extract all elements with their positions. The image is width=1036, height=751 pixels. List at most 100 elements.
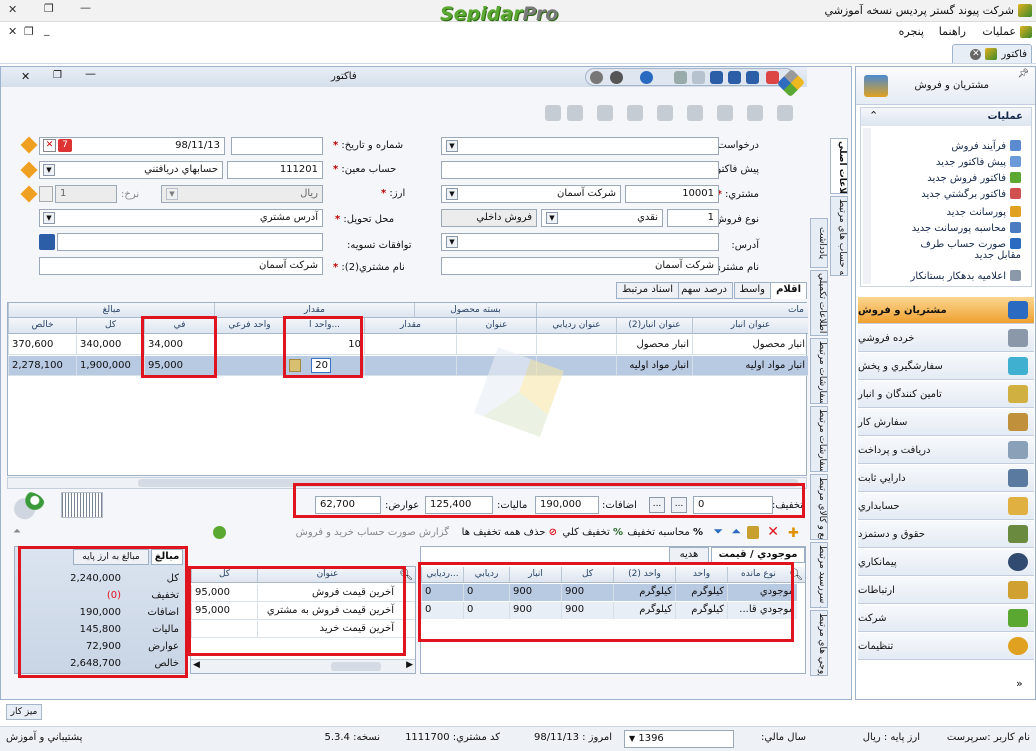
col-warehouse[interactable]: عنوان انبار [692, 318, 808, 333]
cell-subunit[interactable] [214, 356, 284, 375]
cell-warehouse2[interactable]: انبار محصول [616, 335, 692, 354]
side-tab-settlements[interactable]: تسويه حساب هاي مرتبط [830, 196, 848, 276]
rate-input[interactable]: 1 [55, 185, 117, 203]
report-button[interactable]: گزارش صورت حساب خريد و فروش [296, 527, 449, 538]
col-warehouse2[interactable]: عنوان انبار(2) [616, 318, 692, 333]
col-net[interactable]: خالص [8, 318, 76, 333]
col-unit[interactable]: واحد ا... [284, 318, 364, 333]
col-title[interactable]: عنوان [456, 318, 536, 333]
cell-warehouse[interactable]: انبار مواد اوليه [692, 356, 808, 375]
remove-discounts-button[interactable]: ⊘ حذف همه تخفيف ها [462, 527, 557, 538]
nav-first-icon[interactable] [545, 105, 561, 121]
expand-nav-icon[interactable]: » [1016, 677, 1023, 690]
customer-dropdown-icon[interactable]: ▼ [446, 188, 458, 200]
cell-subunit[interactable] [214, 335, 284, 354]
op-sales-process[interactable]: فرآيند فروش [951, 140, 1021, 152]
settlement-input[interactable] [57, 233, 323, 251]
cancel-icon[interactable] [687, 105, 703, 121]
window-minimize-icon[interactable]: — [85, 67, 96, 80]
table-row[interactable]: 370,600 340,000 34,000 10 انبار محصول ان… [8, 335, 808, 355]
minimize-icon[interactable]: — [80, 1, 91, 14]
stock-col-unit2[interactable]: واحد (2) [613, 567, 675, 582]
nav-contracting[interactable]: پيمانکاري [858, 549, 1034, 576]
scroll-right-icon[interactable]: ▶ [406, 660, 413, 670]
nav-receive-pay[interactable]: دريافت و پرداخت [858, 437, 1034, 464]
tab-items[interactable]: اقلام [770, 282, 807, 299]
nav-retail[interactable]: خرده فروشي [858, 325, 1034, 352]
op-new-proforma[interactable]: پيش فاکتور جديد [936, 156, 1021, 168]
table-row[interactable]: 0 0 900 900 کيلوگرم کيلوگرم موجودي قا... [421, 602, 797, 619]
calc-discount-button[interactable]: % محاسبه تخفيف [627, 527, 703, 538]
menu-operations[interactable]: عمليات [982, 25, 1016, 38]
account-dropdown-icon[interactable]: ▼ [43, 164, 55, 176]
save-new-icon[interactable] [728, 71, 741, 84]
calculator-icon[interactable] [289, 359, 301, 372]
sales-request-dropdown-icon[interactable]: ▼ [446, 140, 458, 152]
tax-input[interactable]: 125,400 [425, 496, 493, 514]
op-new-statement[interactable]: صورت حساب طرف مقابل جديد [911, 238, 1021, 261]
cell-warehouse[interactable]: انبار محصول [692, 335, 808, 354]
tab-close-icon[interactable]: ✕ [970, 48, 982, 60]
settings-icon[interactable] [610, 71, 623, 84]
side-tab-notes[interactable]: يادداشت [810, 218, 828, 268]
cell-fee[interactable]: 95,000 [144, 356, 214, 375]
payment-type-dropdown-icon[interactable]: ▼ [546, 212, 558, 224]
nav-settings[interactable]: تنظيمات [858, 633, 1034, 660]
side-tab-outgoing[interactable]: حواله خروجي هاي مرتبط [810, 610, 828, 676]
save-icon[interactable] [710, 71, 723, 84]
rate-calc-icon[interactable] [39, 186, 53, 202]
tab-share-percent[interactable]: درصد سهم [675, 282, 733, 299]
move-up-icon[interactable]: ⏶ [731, 524, 741, 539]
price-search-icon[interactable]: 🔍︎ [399, 568, 413, 581]
stock-col-store[interactable]: انبار [509, 567, 561, 582]
new-doc-icon[interactable] [717, 105, 733, 121]
side-tab-due-docs[interactable]: سند سررسيد مرتبط [810, 542, 828, 608]
addition-more-button[interactable]: ... [649, 497, 665, 513]
stock-col-track[interactable]: رديابي [463, 567, 509, 582]
side-tab-main[interactable]: اطلاعات اصلي [830, 138, 848, 194]
table-row[interactable]: آخرين قيمت خريد [191, 621, 415, 638]
col-total[interactable]: کل [76, 318, 144, 333]
price-col-title[interactable]: عنوان [257, 567, 397, 582]
collapse-icon[interactable]: ⏶ [13, 526, 21, 537]
cell-unit-qty[interactable]: 20 [284, 356, 364, 375]
fiscal-year-select[interactable]: ▼ 1396 [624, 730, 734, 748]
delivery-select[interactable]: آدرس مشتري [39, 209, 323, 227]
nav-communications[interactable]: ارتباطات [858, 577, 1034, 604]
nav-accounting[interactable]: حسابداري [858, 493, 1034, 520]
stock-col-type[interactable]: نوع مانده [727, 567, 789, 582]
collapse-operations-icon[interactable]: ⌃ [869, 109, 878, 122]
col-fee[interactable]: في [144, 318, 214, 333]
lock-icon[interactable] [747, 526, 759, 539]
nav-payroll[interactable]: حقوق و دستمزد [858, 521, 1034, 548]
sales-request-input[interactable] [441, 137, 719, 155]
col-quantity[interactable]: مقدار [364, 318, 456, 333]
customer-name-input[interactable]: شرکت آسمان [441, 257, 719, 275]
customer-name-select[interactable]: شرکت آسمان [441, 185, 621, 203]
window-close-icon[interactable]: ✕ [21, 70, 30, 83]
tab-intermediary[interactable]: واسط [733, 282, 771, 299]
op-new-commission[interactable]: پورسانت جديد [947, 206, 1021, 218]
side-tab-extra-info[interactable]: اطلاعات تکميلي [810, 270, 828, 336]
list-icon[interactable] [777, 105, 793, 121]
tab-invoice[interactable]: ✕ فاکتور [952, 44, 1032, 63]
close-doc-icon[interactable] [747, 105, 763, 121]
address-dropdown-icon[interactable]: ▼ [446, 236, 458, 248]
addition-input[interactable]: 190,000 [535, 496, 599, 514]
table-row[interactable]: 2,278,100 1,900,000 95,000 20 انبار مواد… [8, 356, 808, 376]
invoice-number-input[interactable] [231, 137, 323, 155]
menu-help[interactable]: راهنما [939, 25, 966, 38]
col-subunit[interactable]: واحد فرعي [214, 318, 284, 333]
proforma-input[interactable] [441, 161, 719, 179]
stock-search-icon[interactable]: 🔍︎ [789, 568, 803, 581]
currency-select[interactable]: ريال [161, 185, 323, 203]
nav-prev-icon[interactable] [567, 105, 583, 121]
cell-fee[interactable]: 34,000 [144, 335, 214, 354]
cell-quantity[interactable] [364, 356, 456, 375]
total-discount-button[interactable]: % تخفيف کلي [563, 527, 623, 538]
tab-related-docs[interactable]: اسناد مرتبط [615, 282, 679, 299]
close-icon[interactable]: ✕ [8, 3, 17, 16]
price-col-value[interactable]: کل [191, 567, 257, 582]
side-tab-distribution[interactable]: توزيع و کالاي مرتبط [810, 474, 828, 540]
barcode-icon[interactable] [61, 492, 103, 518]
